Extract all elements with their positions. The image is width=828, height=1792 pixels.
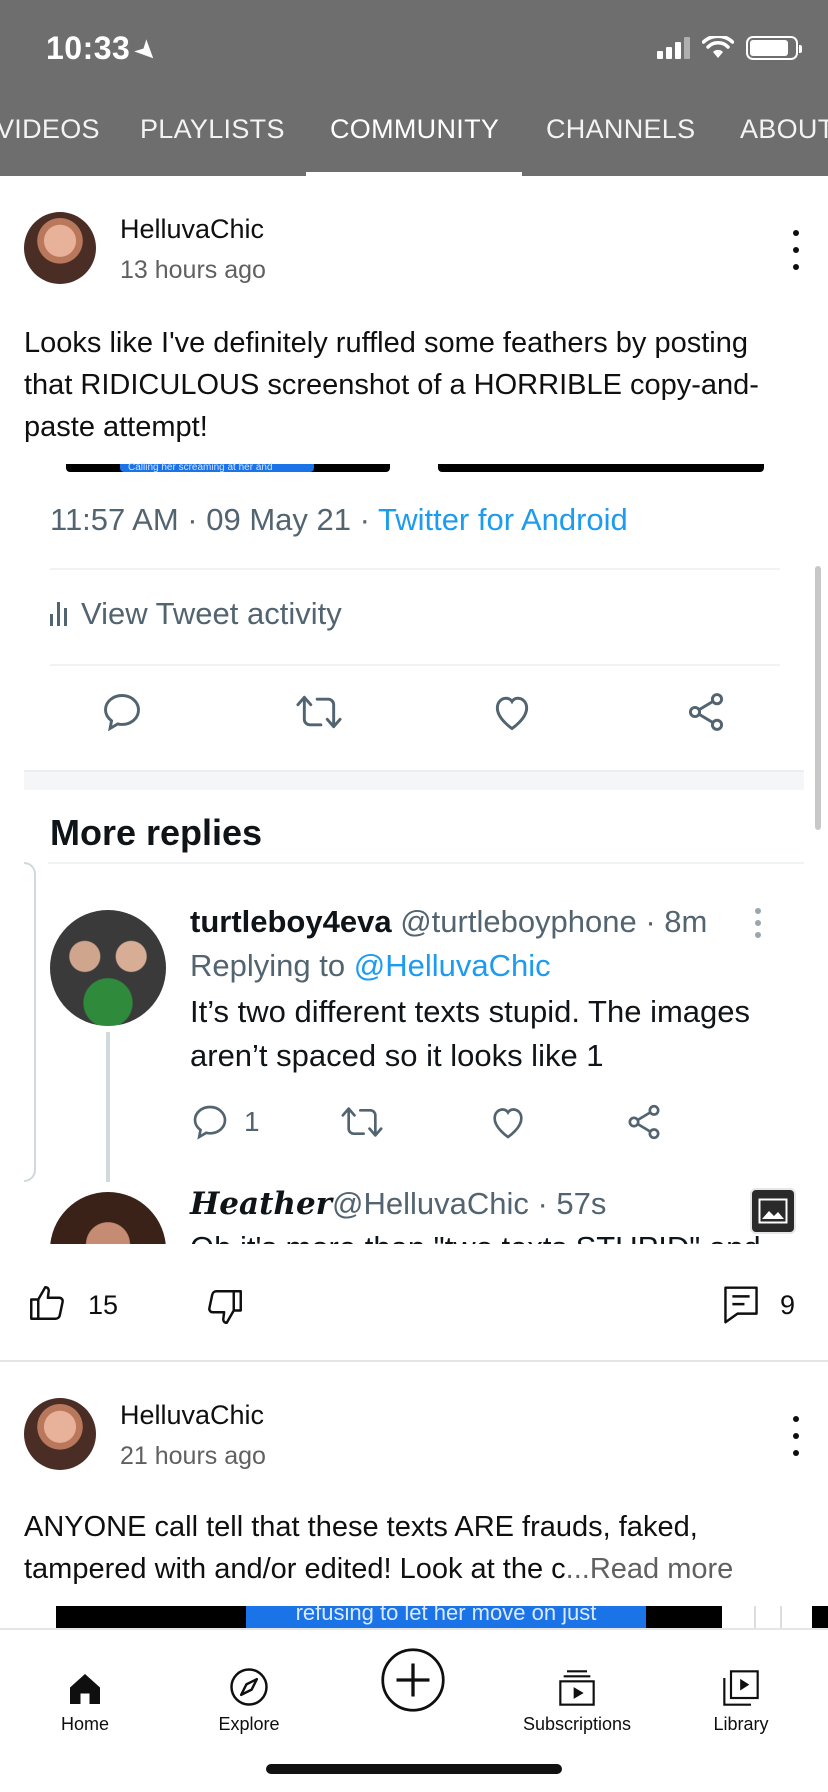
tab-channels[interactable]: CHANNELS bbox=[546, 114, 695, 145]
share-icon bbox=[628, 1104, 660, 1140]
share-icon bbox=[688, 693, 724, 731]
reply-icon bbox=[193, 1105, 227, 1140]
divider bbox=[50, 568, 780, 570]
reply2-text: Oh it's more than "two texts STUPID" and bbox=[190, 1230, 761, 1244]
post-image-embed[interactable]: Calling her screaming at her and 11:57 A… bbox=[24, 460, 804, 790]
nav-subscriptions-label: Subscriptions bbox=[522, 1714, 632, 1734]
more-replies-heading: More replies bbox=[50, 812, 263, 853]
reply-avatar bbox=[50, 910, 166, 1026]
active-tab-indicator bbox=[306, 172, 522, 176]
tweet-activity: View Tweet activity bbox=[50, 596, 342, 632]
embed-strip-text: Calling her screaming at her and bbox=[120, 463, 314, 473]
compass-icon bbox=[230, 1668, 268, 1706]
embed-divider bbox=[754, 1606, 756, 1628]
engagement-bar: 15 9 bbox=[0, 1268, 828, 1348]
reply-handle-time: @turtleboyphone · 8m bbox=[391, 904, 708, 939]
reply2-author: Heather bbox=[190, 1186, 333, 1222]
status-time: 10:33➤ bbox=[46, 30, 163, 68]
tab-about[interactable]: ABOUT bbox=[740, 114, 828, 145]
subscriptions-icon bbox=[559, 1670, 595, 1706]
channel-avatar[interactable] bbox=[24, 1398, 96, 1470]
replying-prefix: Replying to bbox=[190, 948, 354, 983]
embed-block bbox=[812, 1606, 828, 1628]
reply-thread: turtleboy4eva @turtleboyphone · 8m Reply… bbox=[24, 862, 804, 1244]
replying-handle: @HelluvaChic bbox=[353, 948, 551, 983]
channel-name[interactable]: HelluvaChic bbox=[120, 214, 264, 245]
reply-author: turtleboy4eva bbox=[190, 904, 392, 939]
embed-top-strip-right bbox=[438, 464, 764, 472]
channel-name[interactable]: HelluvaChic bbox=[120, 1400, 264, 1431]
nav-library-label: Library bbox=[713, 1714, 769, 1734]
reply-icon bbox=[104, 694, 140, 732]
library-icon bbox=[723, 1670, 759, 1706]
heart-icon bbox=[493, 1108, 523, 1139]
tweet-meta: 11:57 AM · 09 May 21 · Twitter for Andro… bbox=[50, 502, 628, 538]
reply-actions: 1 bbox=[190, 1102, 750, 1150]
tab-playlists[interactable]: PLAYLISTS bbox=[140, 114, 285, 145]
retweet-icon bbox=[296, 695, 342, 729]
nav-library[interactable]: Library bbox=[658, 1630, 824, 1750]
embed-text: refusing to let her move on just bbox=[246, 1606, 646, 1628]
embed-divider bbox=[780, 1606, 782, 1628]
reply2-header: Heather@HelluvaChic · 57s bbox=[190, 1186, 606, 1222]
reply-text: It’s two different texts stupid. The ima… bbox=[190, 994, 751, 1073]
like-icon[interactable] bbox=[26, 1282, 68, 1324]
nav-explore[interactable]: Explore bbox=[166, 1630, 332, 1750]
reply-menu-icon bbox=[754, 908, 762, 938]
read-more-link[interactable]: ...Read more bbox=[566, 1553, 734, 1585]
nav-home-label: Home bbox=[60, 1714, 109, 1734]
location-arrow-icon: ➤ bbox=[129, 34, 164, 69]
comment-count: 9 bbox=[780, 1290, 796, 1320]
image-badge-icon[interactable] bbox=[750, 1188, 796, 1234]
divider bbox=[48, 862, 804, 864]
post-text: ANYONE call tell that these texts ARE fr… bbox=[24, 1506, 814, 1590]
post-time: 21 hours ago bbox=[120, 1442, 266, 1470]
dislike-icon[interactable] bbox=[204, 1286, 246, 1328]
wifi-icon bbox=[702, 36, 734, 58]
post-menu-button[interactable] bbox=[784, 1416, 808, 1456]
replying-to: Replying to @HelluvaChic bbox=[190, 948, 551, 984]
tweet-actions bbox=[24, 690, 804, 746]
embed-separator bbox=[24, 770, 804, 790]
divider bbox=[50, 664, 780, 666]
post-text: Looks like I've definitely ruffled some … bbox=[24, 327, 759, 443]
nav-subscriptions[interactable]: Subscriptions bbox=[494, 1630, 660, 1750]
create-plus-icon bbox=[381, 1648, 445, 1712]
channel-tabs: VIDEOS PLAYLISTS COMMUNITY CHANNELS ABOU… bbox=[0, 96, 828, 176]
nav-home[interactable]: Home bbox=[2, 1630, 168, 1750]
channel-avatar[interactable] bbox=[24, 212, 96, 284]
tweet-source: Twitter for Android bbox=[377, 502, 628, 537]
thread-line bbox=[106, 1032, 110, 1182]
home-icon bbox=[70, 1674, 100, 1704]
scrollbar[interactable] bbox=[815, 566, 821, 830]
tab-videos[interactable]: VIDEOS bbox=[0, 114, 100, 145]
tab-community[interactable]: COMMUNITY bbox=[330, 114, 499, 145]
post-time: 13 hours ago bbox=[120, 256, 266, 284]
tweet-activity-label: View Tweet activity bbox=[81, 596, 342, 631]
reply2-handle-time: @HelluvaChic · 57s bbox=[332, 1186, 607, 1221]
reply-count: 1 bbox=[244, 1106, 260, 1137]
nav-create[interactable] bbox=[330, 1630, 496, 1750]
home-indicator[interactable] bbox=[266, 1764, 562, 1774]
status-icons bbox=[657, 36, 802, 60]
post-divider bbox=[0, 1360, 828, 1362]
comments-icon[interactable] bbox=[722, 1284, 760, 1326]
like-count: 15 bbox=[88, 1290, 119, 1320]
heart-icon bbox=[495, 696, 529, 731]
cellular-signal-icon bbox=[657, 37, 690, 59]
battery-icon bbox=[746, 36, 802, 60]
reply-avatar bbox=[50, 1192, 166, 1244]
post-menu-button[interactable] bbox=[784, 230, 808, 270]
retweet-icon bbox=[341, 1107, 383, 1137]
clock-text: 10:33 bbox=[46, 30, 131, 66]
app-header: 10:33➤ VIDEOS PLAYLISTS COMMUNITY CHANNE… bbox=[0, 0, 828, 176]
thread-edge bbox=[24, 862, 36, 1182]
tweet-timestamp: 11:57 AM · 09 May 21 · bbox=[50, 502, 378, 537]
nav-explore-label: Explore bbox=[218, 1714, 280, 1734]
analytics-icon bbox=[50, 602, 67, 626]
reply-header: turtleboy4eva @turtleboyphone · 8m bbox=[190, 904, 707, 940]
post-image-embed[interactable]: refusing to let her move on just bbox=[24, 1606, 828, 1628]
